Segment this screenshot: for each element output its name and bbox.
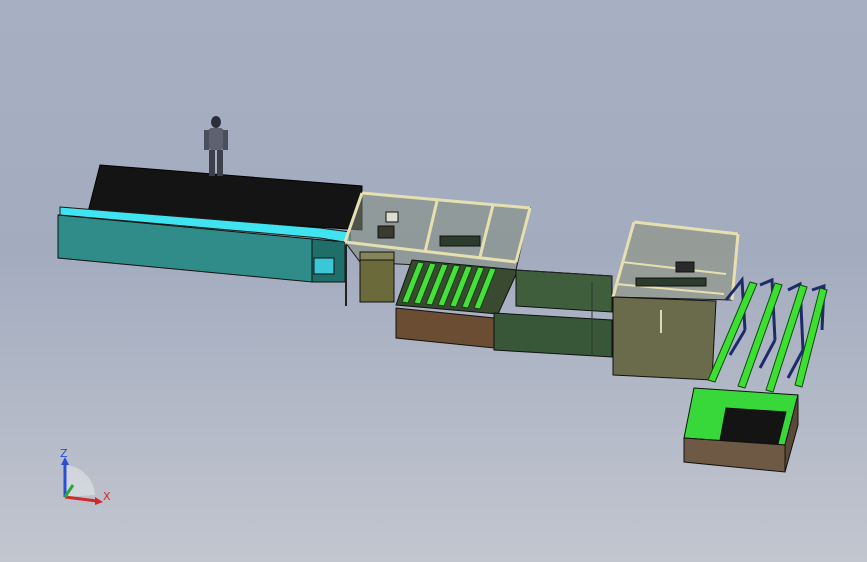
feeder-conveyor[interactable]: [57, 164, 363, 283]
assembly-model[interactable]: [0, 0, 867, 562]
coordinate-triad: Z X: [60, 447, 111, 505]
x-axis-label: X: [103, 490, 111, 503]
human-figure: [204, 116, 228, 176]
cad-viewport[interactable]: Z X: [0, 0, 867, 562]
output-bin[interactable]: [683, 387, 799, 473]
x-axis-arrow: [64, 495, 98, 503]
z-axis-label: Z: [60, 447, 68, 460]
